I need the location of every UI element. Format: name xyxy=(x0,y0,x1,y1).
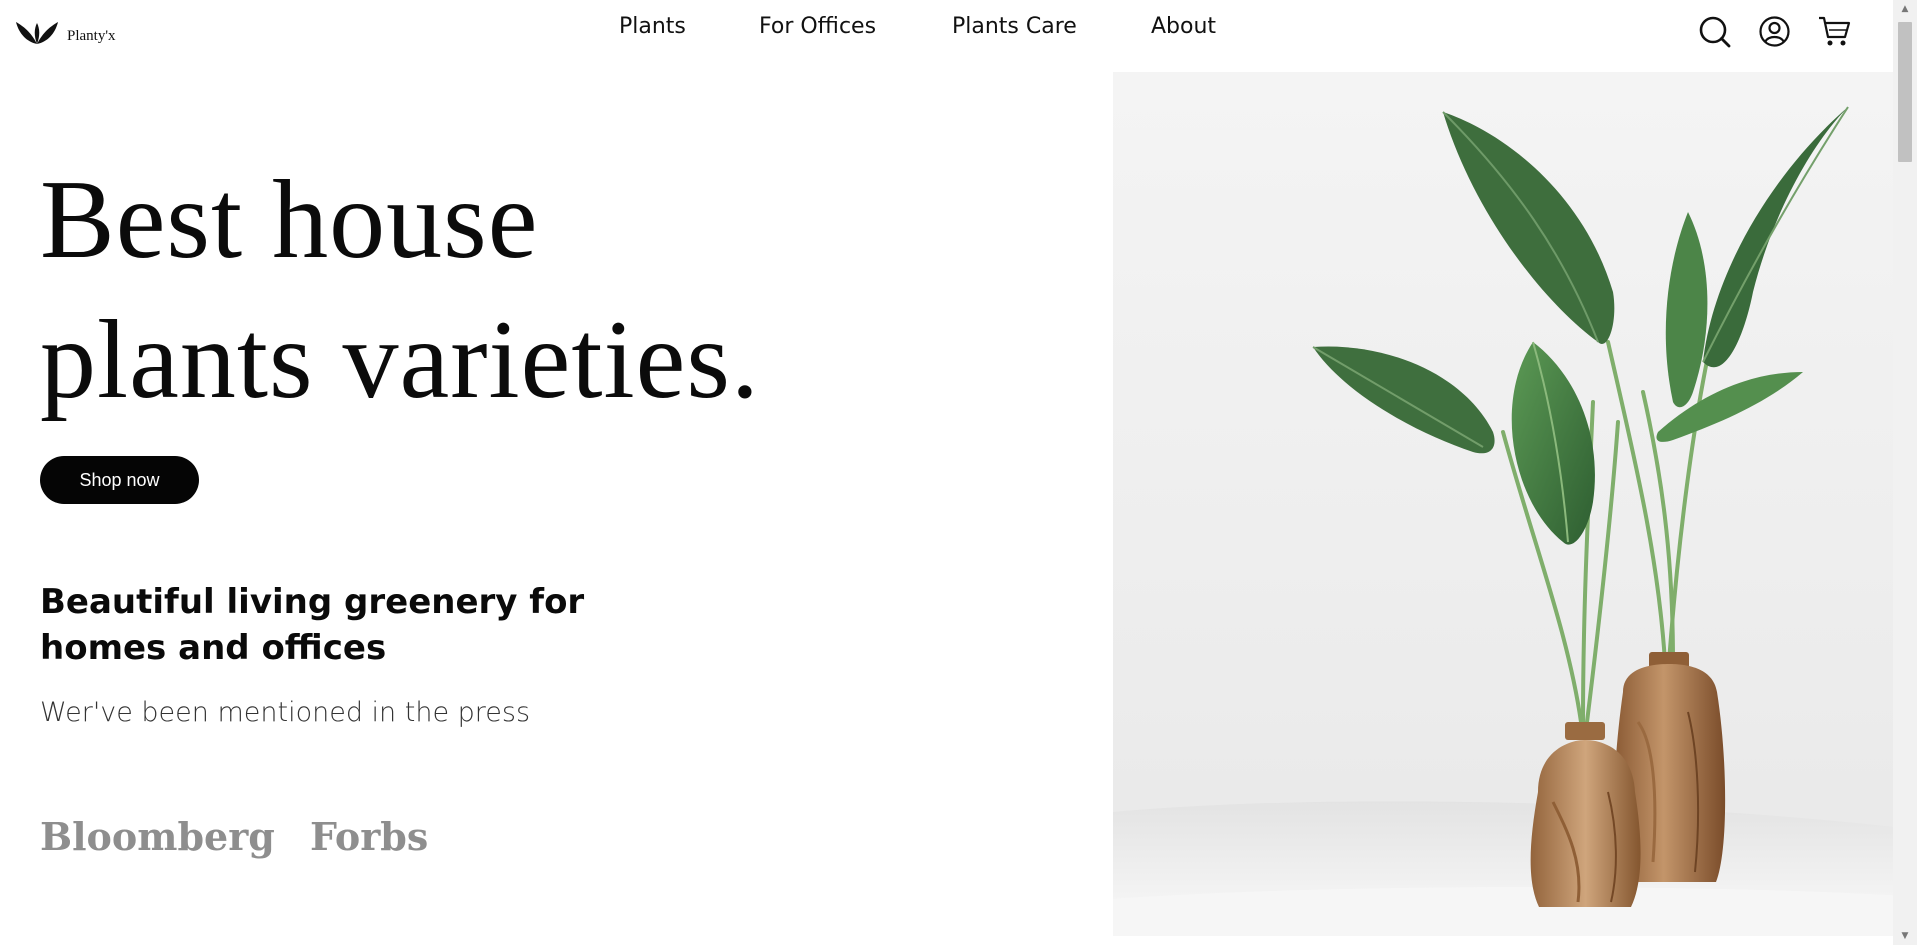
main-nav: Plants For Offices Plants Care About xyxy=(0,14,1917,48)
hero-tagline: Beautiful living greenery for homes and … xyxy=(40,582,585,668)
press-logo-forbs: Forbs xyxy=(310,814,429,859)
account-icon xyxy=(1759,15,1790,47)
search-icon xyxy=(1699,16,1731,47)
scroll-down-arrow[interactable]: ▼ xyxy=(1893,927,1917,945)
search-button[interactable] xyxy=(1698,14,1731,48)
scroll-up-arrow[interactable]: ▲ xyxy=(1893,0,1917,18)
hero-title-line-1: Best house xyxy=(40,158,539,282)
shop-now-button[interactable]: Shop now xyxy=(40,456,199,504)
scroll-thumb[interactable] xyxy=(1898,22,1912,162)
hero-title: Best house plants varieties. xyxy=(40,150,760,430)
nav-item-plants-care[interactable]: Plants Care xyxy=(952,14,1077,39)
plant-illustration xyxy=(1113,106,1893,936)
hero-title-line-2: plants varieties. xyxy=(40,298,760,422)
nav-item-for-offices[interactable]: For Offices xyxy=(759,14,876,39)
page-scrollbar[interactable]: ▲ ▼ xyxy=(1893,0,1917,945)
press-logo-bloomberg: Bloomberg xyxy=(40,814,275,859)
cart-icon xyxy=(1819,16,1851,45)
header-actions xyxy=(1698,14,1851,48)
cart-button[interactable] xyxy=(1818,14,1851,48)
nav-item-about[interactable]: About xyxy=(1151,14,1216,39)
press-mention-text: Wer've been mentioned in the press xyxy=(40,697,531,728)
nav-item-plants[interactable]: Plants xyxy=(619,14,686,39)
hero-plant-image xyxy=(1113,72,1893,936)
account-button[interactable] xyxy=(1758,14,1791,48)
